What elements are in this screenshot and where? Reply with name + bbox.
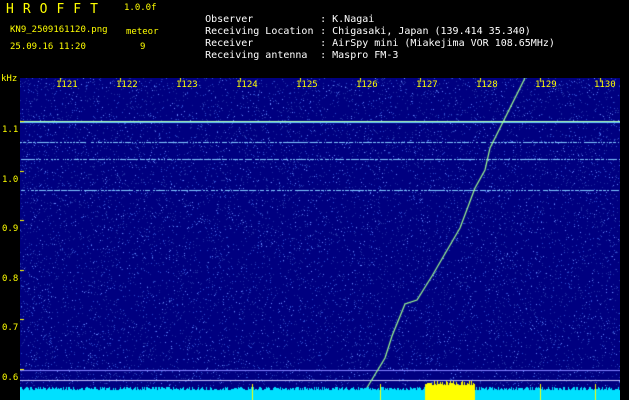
info-value: : Maspro FM-3 bbox=[320, 50, 399, 61]
hrofft-screen: HROFFT 1.0.0f KN9_2509161120.png 25.09.1… bbox=[0, 0, 629, 400]
x-tick-label: 1123 bbox=[176, 80, 198, 90]
x-tick-label: 1130 bbox=[594, 80, 616, 90]
x-tick-label: 1124 bbox=[236, 80, 258, 90]
app-version: 1.0.0f bbox=[124, 3, 157, 13]
info-antenna: Receiving antenna : Maspro FM-3 bbox=[181, 39, 398, 72]
y-unit-label: kHz bbox=[1, 74, 18, 84]
y-tick-label: 1.1 bbox=[2, 125, 19, 135]
y-tick-label: 0.9 bbox=[2, 224, 19, 234]
x-tick-label: 1125 bbox=[296, 80, 318, 90]
y-tick-label: 0.6 bbox=[2, 373, 19, 383]
info-key: Receiving antenna bbox=[205, 50, 308, 61]
app-logo: HROFFT bbox=[6, 2, 107, 17]
meteor-count: 9 bbox=[140, 42, 146, 52]
x-tick-label: 1122 bbox=[116, 80, 138, 90]
x-tick-label: 1121 bbox=[56, 80, 78, 90]
date-time: 25.09.16 11:20 bbox=[10, 42, 86, 52]
file-name: KN9_2509161120.png bbox=[10, 25, 108, 35]
y-tick-label: 1.0 bbox=[2, 175, 19, 185]
x-tick-label: 1128 bbox=[476, 80, 498, 90]
x-tick-label: 1127 bbox=[416, 80, 438, 90]
spectrogram-plot bbox=[20, 78, 620, 400]
x-tick-label: 1129 bbox=[535, 80, 557, 90]
meteor-label: meteor bbox=[126, 27, 159, 37]
y-tick-label: 0.8 bbox=[2, 274, 19, 284]
y-tick-label: 0.7 bbox=[2, 323, 19, 333]
x-tick-label: 1126 bbox=[356, 80, 378, 90]
